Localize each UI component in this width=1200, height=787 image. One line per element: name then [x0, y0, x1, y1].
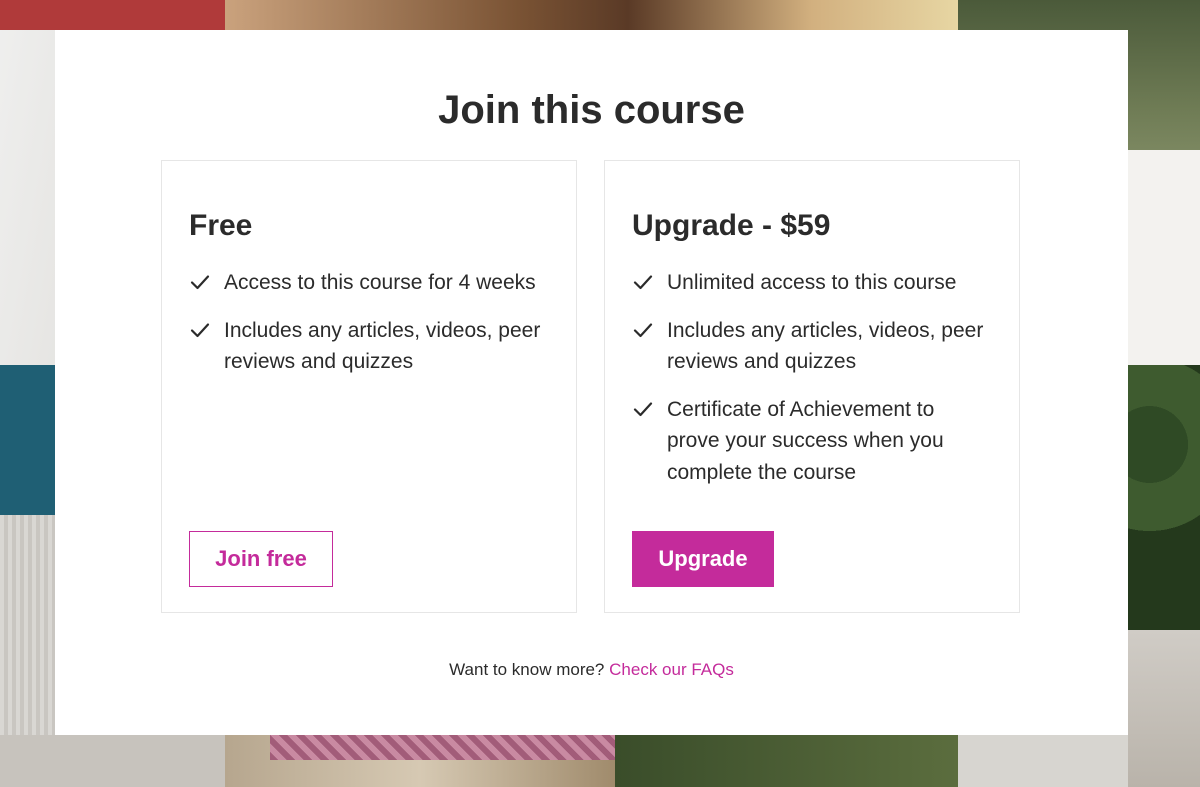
background-photo-bottom-green	[615, 735, 958, 787]
plan-feature-text: Unlimited access to this course	[667, 271, 957, 294]
plan-feature-text: Includes any articles, videos, peer revi…	[224, 318, 541, 374]
upgrade-button[interactable]: Upgrade	[632, 531, 774, 587]
plan-feature-text: Includes any articles, videos, peer revi…	[667, 318, 984, 374]
join-free-button[interactable]: Join free	[189, 531, 333, 587]
plan-feature: Access to this course for 4 weeks	[189, 267, 549, 299]
faq-note-text: Want to know more?	[449, 660, 605, 679]
modal-title: Join this course	[438, 88, 745, 132]
check-icon	[633, 322, 653, 337]
background-photo-strip	[0, 0, 225, 30]
background-photo-plaid	[270, 735, 615, 760]
faq-link[interactable]: Check our FAQs	[609, 660, 734, 679]
join-course-modal: Join this course Free Access to this cou…	[55, 30, 1128, 735]
background-photo-foliage	[1128, 365, 1200, 630]
check-icon	[190, 322, 210, 337]
plan-title: Upgrade - $59	[632, 209, 831, 242]
background-photo-bottom-right	[958, 735, 1128, 787]
plan-card-free: Free Access to this course for 4 weeks I…	[161, 160, 577, 613]
plan-feature: Includes any articles, videos, peer revi…	[632, 315, 992, 378]
plan-feature: Unlimited access to this course	[632, 267, 992, 299]
plan-feature: Certificate of Achievement to prove your…	[632, 394, 992, 489]
plan-feature-list: Access to this course for 4 weeks Includ…	[189, 267, 549, 394]
plan-card-upgrade: Upgrade - $59 Unlimited access to this c…	[604, 160, 1020, 613]
plan-feature: Includes any articles, videos, peer revi…	[189, 315, 549, 378]
background-photo-person	[225, 0, 958, 30]
check-icon	[633, 401, 653, 416]
plan-feature-list: Unlimited access to this course Includes…	[632, 267, 992, 504]
faq-note: Want to know more? Check our FAQs	[55, 658, 1128, 682]
background-photo-wall	[1128, 630, 1200, 787]
background-photo-teal	[0, 365, 55, 515]
check-icon	[633, 275, 653, 290]
plan-title: Free	[189, 209, 253, 242]
plan-feature-text: Access to this course for 4 weeks	[224, 271, 536, 294]
background-photo-shirt	[1128, 150, 1200, 365]
plan-feature-text: Certificate of Achievement to prove your…	[667, 397, 944, 484]
check-icon	[190, 275, 210, 290]
background-photo-bottom-left	[0, 735, 225, 787]
